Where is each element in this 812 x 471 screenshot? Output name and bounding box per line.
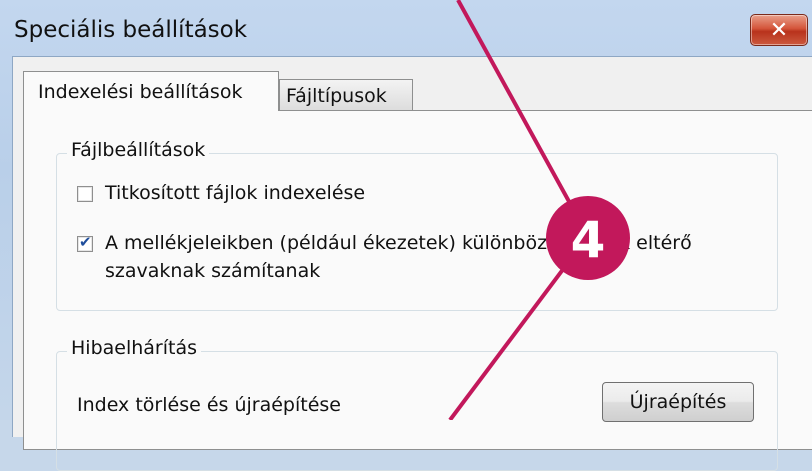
rebuild-button[interactable]: Újraépítés xyxy=(602,382,754,422)
encrypted-files-checkbox[interactable] xyxy=(77,186,93,202)
advanced-options-window: Speciális beállítások ✕ Indexelési beáll… xyxy=(0,0,812,471)
close-button[interactable]: ✕ xyxy=(750,14,808,46)
encrypted-files-label: Titkosított fájlok indexelése xyxy=(105,182,366,204)
dialog-client-area: Indexelési beállítások Fájltípusok Fájlb… xyxy=(12,56,812,471)
tab-index-settings[interactable]: Indexelési beállítások xyxy=(23,71,279,111)
tab-file-types[interactable]: Fájltípusok xyxy=(279,79,413,111)
file-settings-group: Fájlbeállítások Titkosított fájlok index… xyxy=(56,139,778,311)
index-settings-panel: Fájlbeállítások Titkosított fájlok index… xyxy=(23,110,812,471)
window-title: Speciális beállítások xyxy=(14,17,248,43)
file-settings-title: Fájlbeállítások xyxy=(67,139,210,161)
troubleshooting-group: Hibaelhárítás Index törlése és újraépíté… xyxy=(56,337,778,471)
diacritics-checkbox[interactable] xyxy=(77,233,93,252)
diacritics-option[interactable]: A mellékjeleikben (például ékezetek) kül… xyxy=(77,232,765,285)
encrypted-files-option[interactable]: Titkosított fájlok indexelése xyxy=(77,182,765,207)
troubleshooting-title: Hibaelhárítás xyxy=(67,337,202,359)
rebuild-index-label: Index törlése és újraépítése xyxy=(77,394,341,416)
close-icon: ✕ xyxy=(769,17,789,43)
diacritics-label: A mellékjeleikben (például ékezetek) kül… xyxy=(105,232,692,282)
